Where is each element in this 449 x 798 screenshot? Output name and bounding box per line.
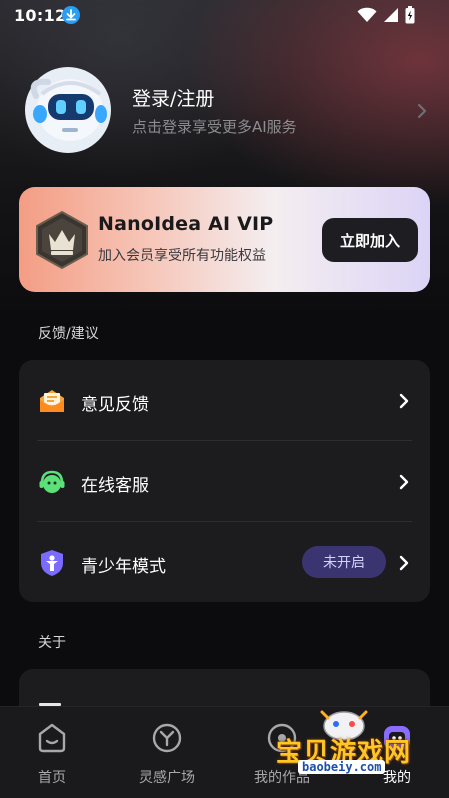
crown-badge-icon bbox=[33, 210, 91, 270]
status-icons bbox=[357, 6, 415, 24]
section-label-feedback: 反馈/建议 bbox=[38, 326, 99, 342]
home-icon bbox=[35, 721, 69, 759]
battery-charging-icon bbox=[405, 6, 415, 24]
youth-mode-status-badge: 未开启 bbox=[302, 546, 386, 578]
section-label-about: 关于 bbox=[38, 635, 66, 651]
nav-item-inspiration[interactable]: 灵感广场 bbox=[111, 707, 223, 798]
shield-child-icon bbox=[37, 548, 67, 578]
vip-card[interactable]: NanoIdea AI VIP 加入会员享受所有功能权益 立即加入 bbox=[19, 187, 430, 292]
status-time: 10:12 bbox=[14, 6, 67, 25]
chevron-right-icon bbox=[416, 102, 428, 124]
nav-label-inspiration: 灵感广场 bbox=[139, 770, 195, 786]
inspiration-icon bbox=[150, 721, 184, 759]
chevron-right-icon bbox=[398, 473, 410, 495]
download-icon bbox=[62, 6, 80, 24]
menu-item-youth-mode[interactable]: 青少年模式 未开启 bbox=[19, 522, 430, 602]
vip-join-button[interactable]: 立即加入 bbox=[322, 218, 418, 262]
status-bar: 10:12 bbox=[0, 0, 449, 32]
wifi-icon bbox=[357, 7, 377, 22]
login-subtitle: 点击登录享受更多AI服务 bbox=[132, 118, 297, 136]
feedback-menu-card: 意见反馈 在线客服 青少年模式 未开启 bbox=[19, 360, 430, 602]
mail-icon bbox=[37, 386, 67, 416]
menu-label-youth-mode: 青少年模式 bbox=[81, 557, 166, 577]
signal-icon bbox=[384, 8, 398, 22]
vip-title: NanoIdea AI VIP bbox=[98, 213, 274, 235]
vip-description: 加入会员享受所有功能权益 bbox=[98, 248, 266, 264]
chevron-right-icon bbox=[398, 392, 410, 414]
nav-label-home: 首页 bbox=[38, 770, 66, 786]
login-title: 登录/注册 bbox=[132, 88, 215, 110]
headset-icon bbox=[37, 467, 67, 497]
menu-label-customer-service: 在线客服 bbox=[81, 476, 149, 496]
menu-item-feedback[interactable]: 意见反馈 bbox=[19, 360, 430, 440]
nav-item-home[interactable]: 首页 bbox=[0, 707, 108, 798]
robot-avatar-icon[interactable] bbox=[18, 64, 118, 156]
watermark-url: baobeiy.com bbox=[298, 760, 386, 774]
menu-item-customer-service[interactable]: 在线客服 bbox=[19, 441, 430, 521]
profile-login-row[interactable]: 登录/注册 点击登录享受更多AI服务 bbox=[18, 64, 432, 160]
watermark-logo: 宝贝游戏网 baobeiy.com bbox=[268, 704, 438, 794]
menu-label-feedback: 意见反馈 bbox=[81, 395, 149, 415]
chevron-right-icon bbox=[398, 554, 410, 576]
